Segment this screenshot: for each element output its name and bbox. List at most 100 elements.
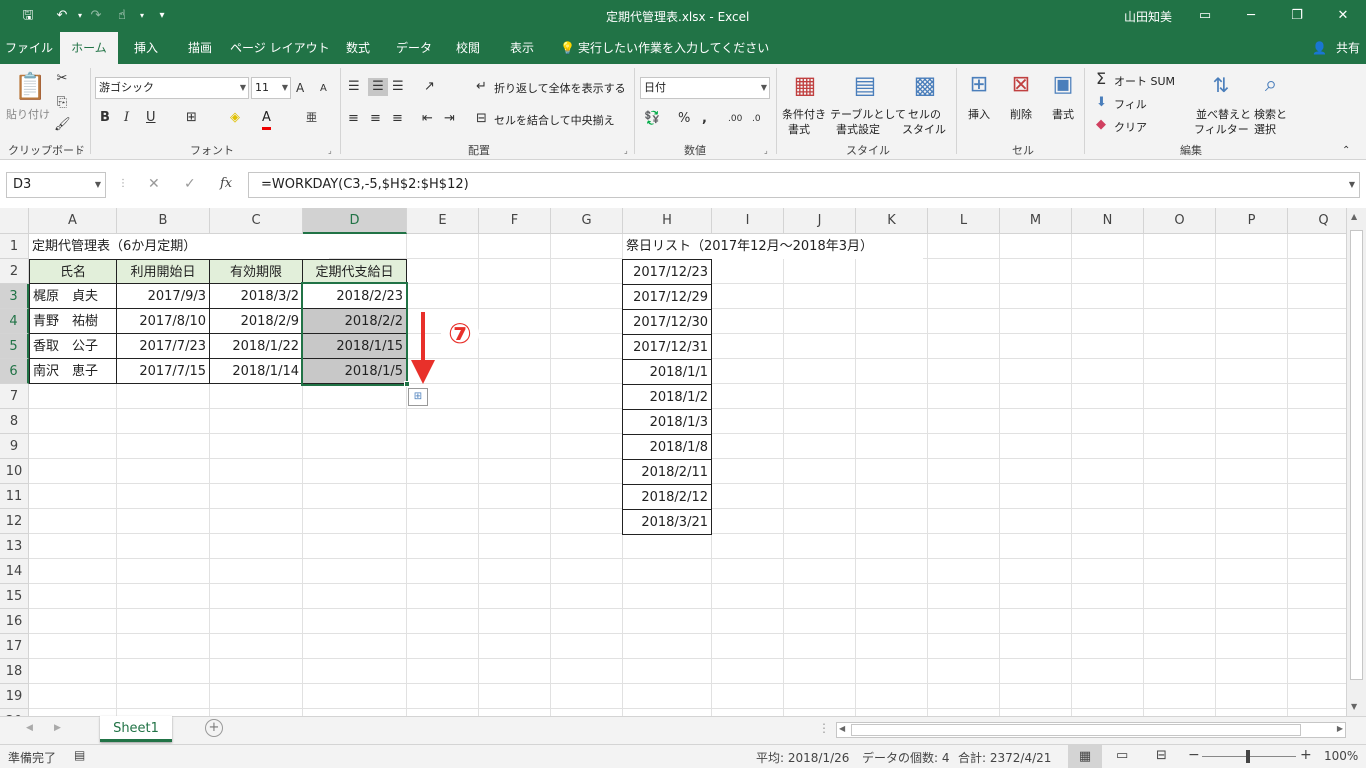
collapse-ribbon-icon[interactable]: ⌃ (1342, 142, 1350, 160)
row-header-2[interactable]: 2 (0, 259, 29, 284)
number-launcher-icon[interactable]: ⌟ (764, 146, 768, 155)
cell-expiry[interactable]: 2018/2/9 (209, 308, 303, 334)
select-all-corner[interactable] (0, 208, 29, 234)
holiday-cell[interactable]: 2018/1/1 (622, 359, 712, 385)
holiday-cell[interactable]: 2018/1/2 (622, 384, 712, 410)
cell-name[interactable]: 青野 祐樹 (29, 308, 117, 334)
insert-cells-icon[interactable]: ⊞ (966, 70, 992, 100)
fill-color-icon[interactable]: ◈ (230, 109, 240, 127)
holiday-cell[interactable]: 2018/3/21 (622, 509, 712, 535)
tab-home[interactable]: ホーム (60, 32, 118, 64)
col-header-p[interactable]: P (1216, 208, 1288, 234)
col-header-j[interactable]: J (784, 208, 856, 234)
currency-icon[interactable]: 💱 (644, 110, 660, 128)
row-header-18[interactable]: 18 (0, 659, 29, 684)
share-button[interactable]: 共有 (1336, 32, 1360, 64)
status-count[interactable]: データの個数: 4 (862, 749, 950, 766)
restore-icon[interactable]: ❐ (1274, 0, 1320, 32)
holiday-cell[interactable]: 2018/2/11 (622, 459, 712, 485)
cancel-icon[interactable]: ✕ (148, 176, 160, 192)
header-start-date[interactable]: 利用開始日 (116, 259, 210, 284)
header-payment-date[interactable]: 定期代支給日 (302, 259, 407, 284)
row-header-17[interactable]: 17 (0, 634, 29, 659)
prev-sheet-icon[interactable]: ◀ (26, 723, 33, 733)
clear-button[interactable]: クリア (1114, 119, 1147, 135)
increase-indent-icon[interactable]: ⇥ (444, 110, 455, 128)
scroll-right-icon[interactable]: ▶ (1337, 724, 1343, 733)
save-icon[interactable]: 🖫 (18, 6, 38, 26)
cell-styles-label-2[interactable]: スタイル (902, 121, 946, 137)
wrap-text-button[interactable]: 折り返して全体を表示する (494, 80, 626, 96)
alignment-launcher-icon[interactable]: ⌟ (624, 146, 628, 155)
insert-cells-button[interactable]: 挿入 (968, 106, 990, 122)
col-header-o[interactable]: O (1144, 208, 1216, 234)
sort-filter-icon[interactable]: ⇅ (1206, 70, 1236, 100)
align-bottom-icon[interactable]: ☰ (392, 78, 404, 96)
col-header-e[interactable]: E (407, 208, 479, 234)
conditional-format-label-2[interactable]: 書式 (788, 121, 810, 137)
col-header-q[interactable]: Q (1288, 208, 1346, 234)
tab-formulas[interactable]: 数式 (334, 32, 382, 64)
holiday-title[interactable]: 祭日リスト（2017年12月～2018年3月） (623, 234, 923, 259)
row-header-1[interactable]: 1 (0, 234, 29, 259)
row-header-4[interactable]: 4 (0, 309, 29, 334)
col-header-h[interactable]: H (623, 208, 712, 234)
row-header-6[interactable]: 6 (0, 359, 29, 384)
zoom-slider-thumb[interactable] (1246, 750, 1250, 763)
scrollbar-thumb[interactable] (1350, 230, 1363, 680)
row-header-14[interactable]: 14 (0, 559, 29, 584)
zoom-level[interactable]: 100% (1324, 749, 1358, 763)
cell-payment[interactable]: 2018/2/2 (302, 308, 407, 334)
user-name[interactable]: 山田知美 (1124, 8, 1172, 25)
tab-file[interactable]: ファイル (0, 32, 58, 64)
cell-start[interactable]: 2017/7/15 (116, 358, 210, 384)
autosum-button[interactable]: オート SUM (1114, 73, 1175, 89)
sheet-title[interactable]: 定期代管理表（6か月定期） (29, 234, 329, 259)
col-header-f[interactable]: F (479, 208, 551, 234)
cell-styles-label-1[interactable]: セルの (908, 106, 941, 122)
tab-data[interactable]: データ (390, 32, 438, 64)
customize-qat-icon[interactable]: ▾ (152, 6, 172, 26)
macro-record-icon[interactable]: ▤ (74, 748, 85, 762)
formula-input[interactable]: =WORKDAY(C3,-5,$H$2:$H$12) ▼ (248, 172, 1360, 198)
fill-button[interactable]: フィル (1114, 96, 1147, 112)
status-average[interactable]: 平均: 2018/1/26 (756, 749, 849, 766)
copy-icon[interactable]: ⎘ (54, 94, 70, 112)
decrease-decimal-icon[interactable]: .0 (752, 110, 761, 128)
zoom-in-icon[interactable]: + (1300, 747, 1312, 763)
tab-view[interactable]: 表示 (498, 32, 546, 64)
row-header-16[interactable]: 16 (0, 609, 29, 634)
cell-expiry[interactable]: 2018/1/14 (209, 358, 303, 384)
find-select-icon[interactable]: ⌕ (1256, 70, 1286, 100)
minimize-icon[interactable]: ─ (1228, 0, 1274, 32)
bold-button[interactable]: B (100, 109, 110, 127)
holiday-cell[interactable]: 2018/2/12 (622, 484, 712, 510)
font-size-select[interactable]: 11 ▼ (251, 77, 291, 99)
row-header-5[interactable]: 5 (0, 334, 29, 359)
format-painter-icon[interactable]: 🖌 (54, 116, 71, 134)
find-select-label-2[interactable]: 選択 (1254, 121, 1276, 137)
hscroll-thumb[interactable] (851, 724, 1301, 736)
header-name[interactable]: 氏名 (29, 259, 117, 284)
normal-view-icon[interactable]: ▦ (1068, 745, 1102, 768)
page-break-view-icon[interactable]: ⊟ (1156, 748, 1167, 763)
enter-icon[interactable]: ✓ (184, 176, 196, 192)
touch-mode-icon[interactable]: ☝ (112, 6, 132, 26)
sort-filter-label-1[interactable]: 並べ替えと (1196, 106, 1251, 122)
tab-draw[interactable]: 描画 (176, 32, 224, 64)
row-header-20[interactable]: 20 (0, 709, 29, 716)
underline-button[interactable]: U (146, 109, 156, 127)
align-top-icon[interactable]: ☰ (348, 78, 360, 96)
holiday-cell[interactable]: 2017/12/23 (622, 259, 712, 285)
decrease-indent-icon[interactable]: ⇤ (422, 110, 433, 128)
format-cells-icon[interactable]: ▣ (1050, 70, 1076, 100)
col-header-c[interactable]: C (210, 208, 303, 234)
col-header-g[interactable]: G (551, 208, 623, 234)
conditional-format-icon[interactable]: ▦ (790, 70, 820, 100)
format-as-table-label-2[interactable]: 書式設定 (836, 121, 880, 137)
cell-payment[interactable]: 2018/1/15 (302, 333, 407, 359)
vertical-scrollbar[interactable]: ▲ ▼ (1346, 208, 1366, 716)
cell-expiry[interactable]: 2018/3/2 (209, 283, 303, 309)
holiday-cell[interactable]: 2017/12/29 (622, 284, 712, 310)
font-launcher-icon[interactable]: ⌟ (328, 146, 332, 155)
